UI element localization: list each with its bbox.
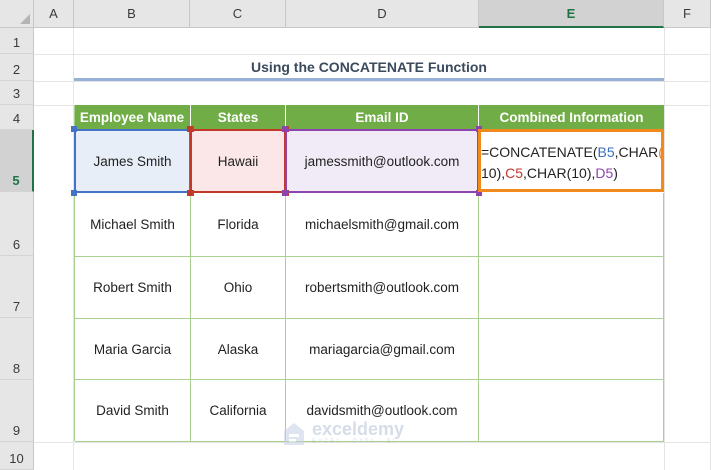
resize-handle[interactable] — [187, 190, 193, 196]
cell-b8[interactable]: Maria Garcia — [75, 319, 191, 380]
cell-e6[interactable] — [479, 193, 664, 257]
select-all-corner[interactable] — [0, 0, 34, 28]
column-header-b[interactable]: B — [74, 0, 190, 28]
cell-c5[interactable]: Hawaii — [191, 130, 286, 193]
row-header-6[interactable]: 6 — [0, 192, 34, 256]
formula-ref-c5: C5 — [505, 165, 524, 181]
formula-ref-d5: D5 — [595, 165, 614, 181]
formula-text: ) — [613, 165, 618, 181]
row-header-9[interactable]: 9 — [0, 380, 34, 442]
column-header-f[interactable]: F — [664, 0, 711, 28]
column-header-c[interactable]: C — [190, 0, 286, 28]
resize-handle[interactable] — [71, 126, 77, 132]
resize-handle[interactable] — [187, 126, 193, 132]
cell-e8[interactable] — [479, 319, 664, 380]
header-email-id[interactable]: Email ID — [286, 105, 479, 130]
cell-d6[interactable]: michaelsmith@gmail.com — [286, 193, 479, 257]
cell-d8[interactable]: mariagarcia@gmail.com — [286, 319, 479, 380]
header-states[interactable]: States — [191, 105, 286, 130]
header-employee-name[interactable]: Employee Name — [74, 105, 191, 130]
formula-text: ,CHAR — [614, 144, 659, 160]
resize-handle[interactable] — [71, 190, 77, 196]
formula-line-2: 10),C5,CHAR(10),D5) — [481, 163, 661, 184]
formula-text: 10) — [481, 165, 502, 181]
cell-c6[interactable]: Florida — [191, 193, 286, 257]
formula-ref-b5: B5 — [597, 144, 615, 160]
row-header-4[interactable]: 4 — [0, 105, 34, 130]
row-header-7[interactable]: 7 — [0, 256, 34, 318]
cell-c9[interactable]: California — [191, 380, 286, 442]
gridline — [34, 54, 711, 55]
cell-b9[interactable]: David Smith — [75, 380, 191, 442]
exceldemy-watermark: exceldemy EXCEL · DATA · BI — [282, 420, 404, 447]
row-header-5[interactable]: 5 — [0, 130, 34, 192]
sheet-title: Using the CONCATENATE Function — [251, 59, 487, 75]
cell-b7[interactable]: Robert Smith — [75, 257, 191, 319]
watermark-name: exceldemy — [312, 419, 405, 439]
gridline — [664, 28, 665, 470]
cell-d5[interactable]: jamessmith@outlook.com — [286, 130, 479, 193]
column-header-a[interactable]: A — [34, 0, 74, 28]
cell-d7[interactable]: robertsmith@outlook.com — [286, 257, 479, 319]
header-combined-information[interactable]: Combined Information — [479, 105, 664, 130]
select-all-triangle-icon — [20, 14, 30, 24]
cell-c8[interactable]: Alaska — [191, 319, 286, 380]
cell-b5[interactable]: James Smith — [75, 130, 191, 193]
resize-handle[interactable] — [282, 126, 288, 132]
gridline — [34, 81, 711, 82]
watermark-tagline: EXCEL · DATA · BI — [312, 439, 397, 445]
formula-line-1: =CONCATENATE(B5,CHAR( — [481, 142, 661, 163]
active-cell-e5[interactable]: =CONCATENATE(B5,CHAR( 10),C5,CHAR(10),D5… — [478, 129, 664, 192]
cell-e9[interactable] — [479, 380, 664, 442]
formula-text: ,CHAR(10), — [523, 165, 596, 181]
column-header-e[interactable]: E — [479, 0, 664, 28]
row-header-10[interactable]: 10 — [0, 442, 34, 470]
column-header-d[interactable]: D — [286, 0, 479, 28]
row-header-8[interactable]: 8 — [0, 318, 34, 380]
formula-paren: ( — [658, 144, 663, 160]
formula-text: =CONCATENATE( — [481, 144, 598, 160]
cell-b6[interactable]: Michael Smith — [75, 193, 191, 257]
row-header-2[interactable]: 2 — [0, 54, 34, 81]
row-header-1[interactable]: 1 — [0, 28, 34, 54]
resize-handle[interactable] — [282, 190, 288, 196]
exceldemy-logo-icon — [284, 422, 304, 445]
title-underline — [74, 78, 664, 81]
row-header-3[interactable]: 3 — [0, 81, 34, 105]
cell-c7[interactable]: Ohio — [191, 257, 286, 319]
cell-e7[interactable] — [479, 257, 664, 319]
